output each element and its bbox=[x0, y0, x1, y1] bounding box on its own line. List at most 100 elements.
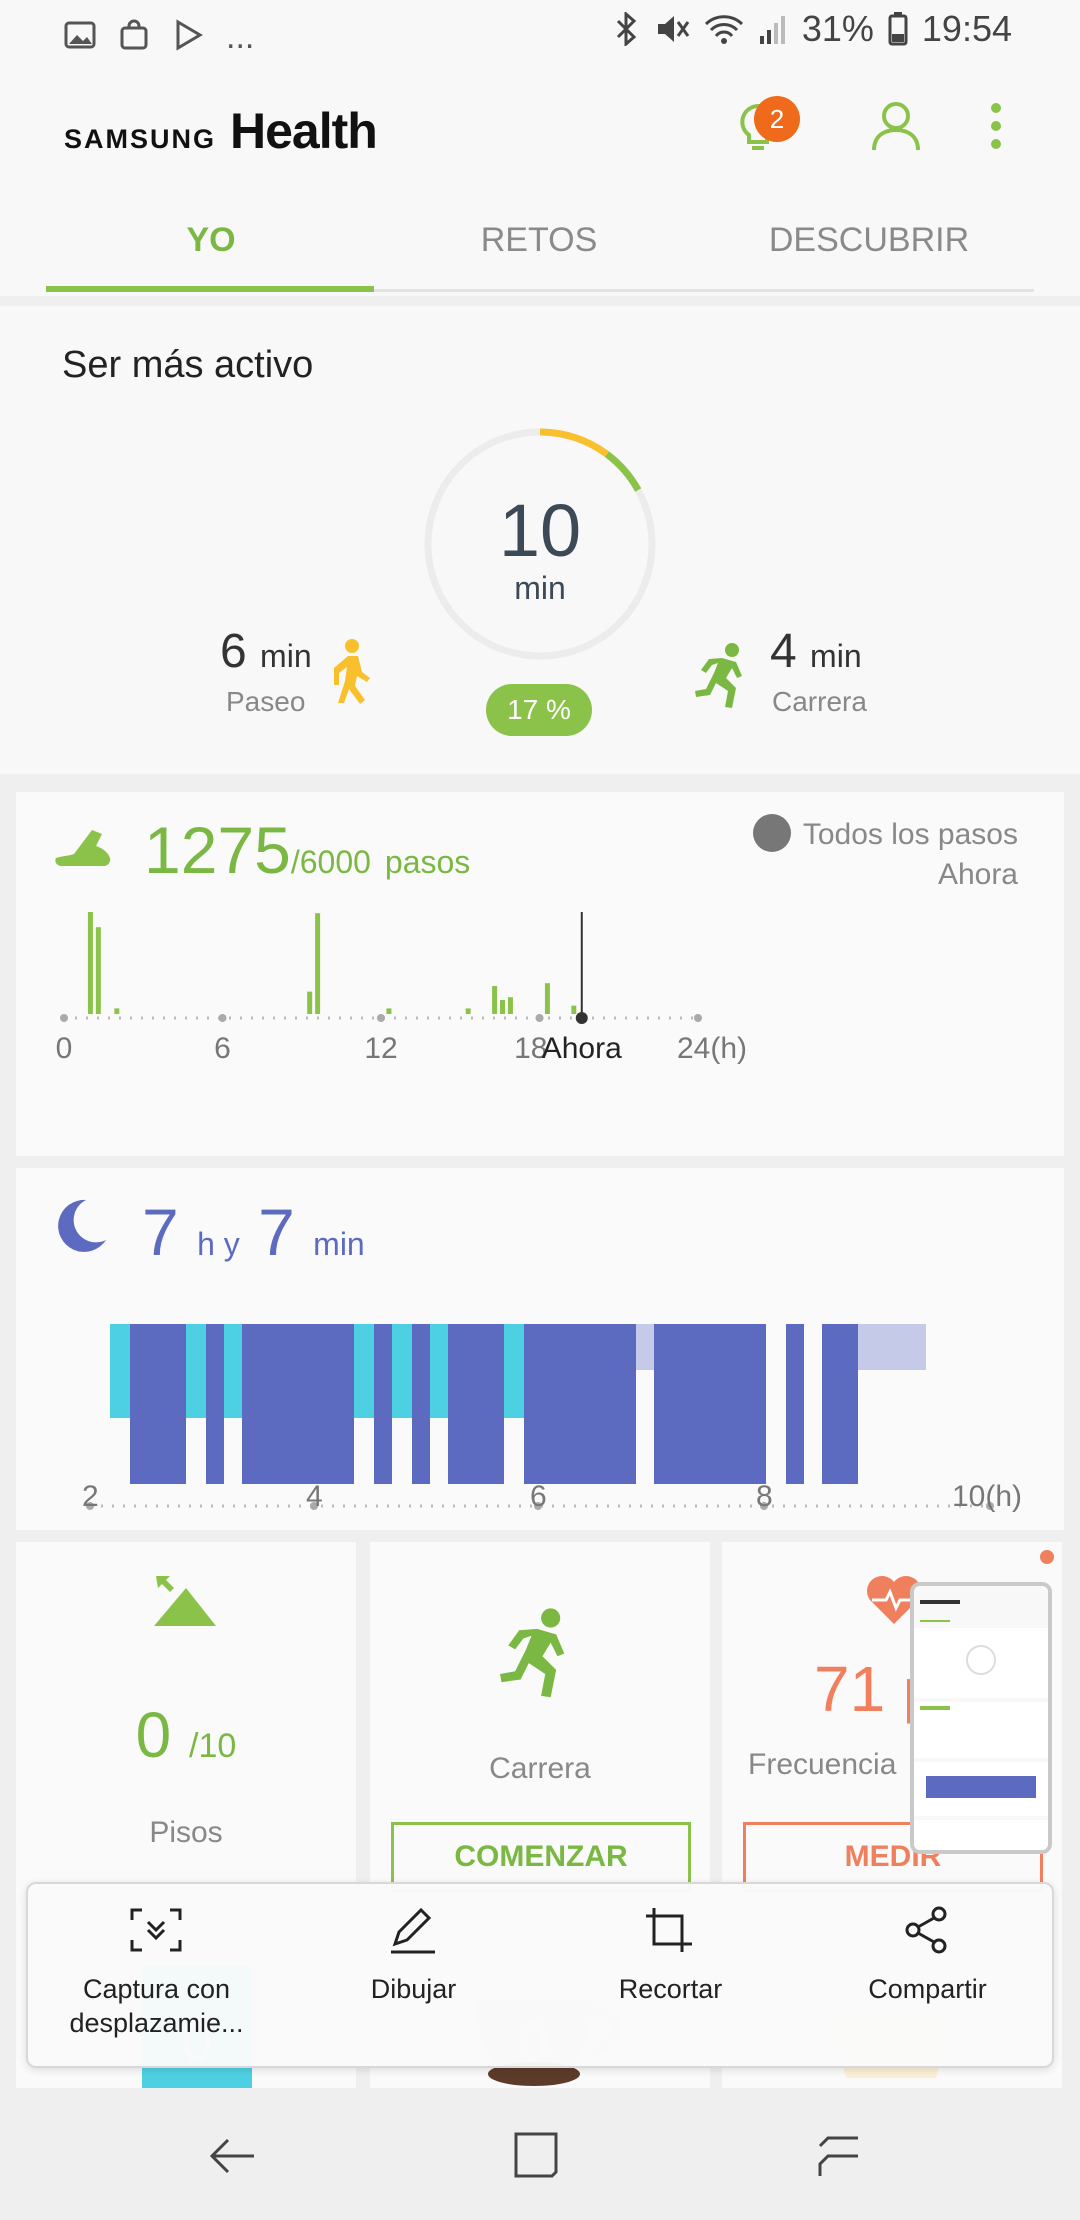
steps-axis-dot bbox=[377, 1014, 385, 1022]
steps-bar bbox=[87, 912, 93, 1014]
run-value: 4 bbox=[770, 625, 797, 678]
active-total-unit: min bbox=[514, 570, 566, 606]
steps-goal: /6000 bbox=[290, 844, 371, 880]
walk-stat: 6 min bbox=[220, 624, 312, 679]
bluetooth-icon bbox=[616, 12, 637, 46]
steps-source[interactable]: Todos los pasos Ahora bbox=[752, 814, 1018, 895]
logo-brand: SAMSUNG bbox=[64, 124, 217, 154]
steps-axis-dot bbox=[535, 1014, 544, 1022]
active-tab-indicator bbox=[46, 286, 374, 292]
floors-card[interactable]: 0 /10 Pisos bbox=[16, 1542, 356, 1922]
crop-button[interactable]: Recortar bbox=[542, 1884, 799, 2070]
sleep-tick-2: 2 bbox=[82, 1480, 99, 1513]
steps-bar bbox=[114, 1008, 120, 1014]
steps-time-label: Ahora bbox=[937, 858, 1018, 891]
steps-bar bbox=[571, 1005, 577, 1014]
walk-unit: min bbox=[260, 638, 312, 674]
share-icon bbox=[905, 1906, 947, 1954]
run-card[interactable]: Carrera COMENZAR bbox=[370, 1542, 710, 1922]
steps-bar bbox=[465, 1008, 471, 1014]
walk-label: Paseo bbox=[226, 686, 306, 717]
moon-icon bbox=[58, 1199, 106, 1252]
heart-rate-value: 71 bbox=[814, 1653, 886, 1725]
floors-value-row: 0 /10 bbox=[16, 1698, 356, 1772]
steps-tick-label: 0 bbox=[56, 1032, 73, 1065]
steps-tick-label: 24(h) bbox=[677, 1032, 747, 1065]
crop-label: Recortar bbox=[618, 1974, 723, 2004]
steps-bar bbox=[507, 997, 513, 1014]
tab-bar: YO RETOS DESCUBRIR bbox=[0, 190, 1080, 296]
screenshot-preview-thumbnail[interactable] bbox=[910, 1582, 1052, 1854]
battery-percent: 31% bbox=[801, 8, 874, 49]
tab-retos[interactable]: RETOS bbox=[374, 190, 704, 296]
notification-badge: 2 bbox=[754, 96, 800, 142]
heart-rate-label: Frecuencia bbox=[748, 1748, 897, 1781]
sleep-hours-sep: h y bbox=[197, 1226, 240, 1262]
steps-source-label: Todos los pasos bbox=[802, 818, 1018, 851]
scroll-capture-icon bbox=[130, 1908, 182, 1952]
run-unit: min bbox=[810, 638, 862, 674]
pencil-icon bbox=[391, 1907, 435, 1954]
steps-axis-dot bbox=[60, 1014, 68, 1022]
profile-icon[interactable] bbox=[866, 96, 926, 156]
steps-axis-dot bbox=[218, 1014, 227, 1022]
active-percent-badge: 17 % bbox=[486, 684, 592, 736]
tab-descubrir[interactable]: DESCUBRIR bbox=[704, 190, 1034, 296]
sleep-minutes-unit: min bbox=[313, 1226, 365, 1262]
shoe-icon bbox=[55, 830, 111, 866]
sleep-tick-8: 8 bbox=[756, 1480, 773, 1513]
steps-bar bbox=[386, 1008, 392, 1014]
smart-capture-toolbar: Captura con desplazamie... Dibujar Recor… bbox=[26, 1882, 1054, 2068]
thumbnail-graphic bbox=[914, 1586, 1048, 1850]
draw-button[interactable]: Dibujar bbox=[285, 1884, 542, 2070]
logo-product: Health bbox=[230, 103, 378, 159]
shopping-bag-icon bbox=[120, 19, 148, 49]
steps-tick-label: 6 bbox=[214, 1032, 231, 1065]
steps-bar bbox=[492, 986, 498, 1014]
floors-goal: /10 bbox=[189, 1727, 237, 1765]
signal-icon bbox=[759, 16, 785, 44]
tab-divider bbox=[374, 289, 1034, 292]
gallery-icon bbox=[64, 21, 96, 48]
steps-bar bbox=[315, 913, 321, 1014]
tab-yo[interactable]: YO bbox=[46, 190, 376, 296]
steps-tick-label: 12 bbox=[364, 1032, 397, 1065]
samsung-health-logo: SAMSUNG Health bbox=[64, 102, 378, 160]
sleep-minutes: 7 bbox=[258, 1195, 295, 1269]
recent-apps-icon[interactable] bbox=[814, 2132, 866, 2180]
running-icon bbox=[695, 643, 742, 708]
steps-card[interactable]: 1275/6000 pasos Todos los pasos Ahora 0 6 1… bbox=[16, 792, 1064, 1156]
sleep-hours: 7 bbox=[142, 1195, 179, 1269]
walking-icon bbox=[334, 639, 370, 704]
link-icon bbox=[752, 814, 791, 852]
battery-icon bbox=[888, 12, 908, 46]
steps-now-dot bbox=[575, 1012, 588, 1024]
share-button[interactable]: Compartir bbox=[799, 1884, 1056, 2070]
sleep-tick-4: 4 bbox=[306, 1480, 323, 1513]
run-card-label: Carrera bbox=[489, 1752, 591, 1785]
sleep-tick-6: 6 bbox=[530, 1480, 547, 1513]
steps-value: 1275 bbox=[144, 813, 291, 887]
active-total-value: 10 bbox=[498, 489, 582, 572]
back-icon[interactable] bbox=[206, 2134, 258, 2178]
run-stat: 4 min bbox=[770, 624, 862, 679]
scroll-capture-button[interactable]: Captura con desplazamie... bbox=[28, 1884, 285, 2070]
floors-label: Pisos bbox=[149, 1816, 223, 1849]
runner-icon bbox=[500, 1608, 565, 1698]
clock: 19:54 bbox=[921, 8, 1012, 49]
floors-value: 0 bbox=[135, 1699, 172, 1771]
active-progress-ring: 10 min bbox=[420, 424, 660, 664]
run-label: Carrera bbox=[772, 686, 867, 717]
home-icon[interactable] bbox=[512, 2130, 560, 2180]
wifi-icon bbox=[704, 15, 743, 44]
active-time-card[interactable]: Ser más activo 10 min 17 % 6 min Paseo 4… bbox=[0, 306, 1080, 774]
more-options-icon[interactable] bbox=[966, 96, 1026, 156]
notification-dot bbox=[1040, 1550, 1054, 1564]
steps-unit: pasos bbox=[384, 844, 471, 880]
app-bar: SAMSUNG Health 2 bbox=[0, 70, 1080, 190]
more-notifications: ... bbox=[226, 18, 255, 56]
mountain-icon bbox=[154, 1576, 216, 1626]
steps-axis-dot bbox=[694, 1014, 702, 1022]
draw-label: Dibujar bbox=[370, 1974, 457, 2004]
sleep-card[interactable]: 7 h y 7 min 2 4 6 8 10(h) bbox=[16, 1168, 1064, 1530]
